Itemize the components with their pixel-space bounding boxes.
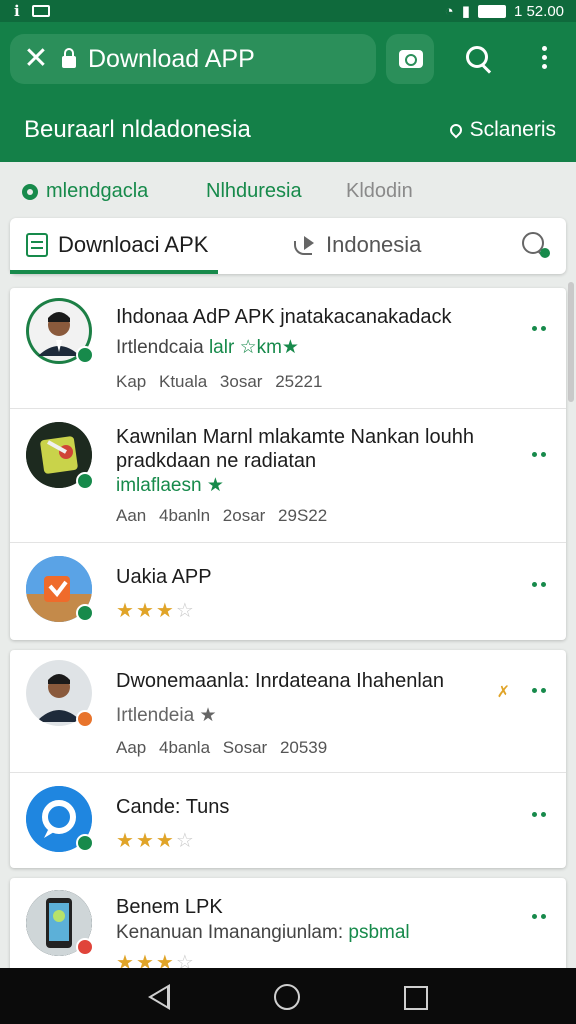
battery-icon <box>477 4 506 18</box>
filter-chip-3[interactable]: Kldodin <box>346 180 413 203</box>
search-add-icon[interactable] <box>520 230 552 262</box>
app-list-card: Benem LPK Kenanuan Imanangiunlam: psbmal… <box>10 878 566 978</box>
list-item-subtitle: Irtlendcaia lalr ☆km★ <box>116 336 299 359</box>
url-bar[interactable]: ✕ Download APP <box>10 34 376 84</box>
meta-field: 25221 <box>275 372 323 391</box>
list-item-subtitle: imlaflaesn ★ <box>116 475 224 496</box>
list-item[interactable]: Ihdonaa AdP APK jnatakacanakadack Irtlen… <box>10 288 566 409</box>
list-item[interactable]: Dwonemaanla: Inrdateana Ihahenlan ✗ Irtl… <box>10 650 566 773</box>
list-item-title: Uakia APP <box>116 566 212 588</box>
status-bar: ℹ ◔ ▮ 1 52.00 <box>0 0 576 22</box>
subtitle-text: Irtlendcaia <box>116 337 204 358</box>
tab-label: Downloaci APK <box>58 232 209 257</box>
share-icon <box>292 235 316 255</box>
more-options-icon[interactable] <box>532 326 550 334</box>
status-badge <box>76 346 94 364</box>
system-nav-bar <box>0 968 576 1024</box>
list-item-title: Benem LPK <box>116 896 223 918</box>
meta-field: Aan <box>116 506 147 525</box>
camera-lens <box>405 54 417 66</box>
tab-download-apk[interactable]: Downloaci APK <box>26 232 208 258</box>
list-item-subtitle: Irtlendeia ★ <box>116 705 217 726</box>
meta-field: 4banln <box>158 506 211 525</box>
subtitle-tag: psbmal <box>348 922 410 943</box>
filter-row: mlendgacla Nlhduresia Kldodin <box>0 162 576 218</box>
camera-button[interactable] <box>386 34 434 84</box>
list-item-title: Ihdonaa AdP APK jnatakacanakadack <box>116 306 452 328</box>
active-tab-indicator <box>10 270 218 274</box>
close-icon[interactable]: ✕ <box>10 34 62 84</box>
tab-label: Indonesia <box>326 232 422 257</box>
meta-field: 29S22 <box>278 506 328 525</box>
subtitle-text: Kenanuan Imanangiunlam: <box>116 922 344 943</box>
more-options-icon[interactable] <box>532 452 550 460</box>
subtitle-tag: lalr ☆km★ <box>208 337 299 358</box>
list-item-meta: Aan 4banln 2osar 29S22 <box>116 506 327 526</box>
signal-icon: ▮ <box>461 3 470 20</box>
more-options-icon[interactable] <box>532 582 550 590</box>
list-item-title: Dwonemaanla: Inrdateana Ihahenlan <box>116 670 445 692</box>
page-title: Beuraarl nldadonesia <box>24 116 251 143</box>
wifi-icon: ◔ <box>444 2 454 20</box>
url-title[interactable]: Download APP <box>88 45 255 74</box>
list-item[interactable]: Uakia APP ★★★☆ <box>10 542 566 640</box>
more-options-icon[interactable] <box>532 914 550 922</box>
rating-stars: ★★★☆ <box>116 830 196 852</box>
status-time: 1 52.00 <box>513 2 564 20</box>
tab-bar: Downloaci APK Indonesia <box>10 218 566 274</box>
list-item-title: Kawnilan Marnl mlakamte Nankan louhh <box>116 426 474 448</box>
status-badge <box>76 834 94 852</box>
status-badge <box>76 604 94 622</box>
app-list-card: Dwonemaanla: Inrdateana Ihahenlan ✗ Irtl… <box>10 650 566 868</box>
status-badge <box>76 938 94 956</box>
status-badge <box>76 710 94 728</box>
more-vert-icon[interactable] <box>532 42 556 78</box>
list-item-meta: Kap Ktuala 3osar 25221 <box>116 372 322 392</box>
location-pin-icon <box>447 121 465 139</box>
recents-icon[interactable] <box>404 986 428 1010</box>
filter-chip-label: mlendgacla <box>46 180 149 202</box>
meta-field: Ktuala <box>158 372 208 391</box>
list-item-meta: Aap 4banla Sosar 20539 <box>116 738 327 758</box>
more-options-icon[interactable] <box>532 688 550 696</box>
cast-icon <box>31 5 50 17</box>
list-item[interactable]: Benem LPK Kenanuan Imanangiunlam: psbmal… <box>10 878 566 978</box>
pin-icon: ✗ <box>496 684 510 701</box>
notification-icon: ℹ <box>14 3 20 20</box>
scrollbar[interactable] <box>568 282 574 402</box>
status-badge <box>76 472 94 490</box>
meta-field: 3osar <box>219 372 263 391</box>
tab-indonesia[interactable]: Indonesia <box>292 232 421 258</box>
more-options-icon[interactable] <box>532 812 550 820</box>
back-icon[interactable] <box>148 984 170 1010</box>
radio-dot-icon <box>22 183 38 200</box>
meta-field: 4banla <box>158 738 211 757</box>
meta-field: 2osar <box>222 506 266 525</box>
list-item-title: Cande: Tuns <box>116 796 230 818</box>
meta-field: Kap <box>116 372 147 391</box>
rating-stars: ★★★☆ <box>116 600 196 622</box>
home-icon[interactable] <box>274 984 300 1010</box>
meta-field: Sosar <box>222 738 268 757</box>
document-icon <box>26 233 48 257</box>
app-list-card: Ihdonaa AdP APK jnatakacanakadack Irtlen… <box>10 288 566 640</box>
list-item[interactable]: Kawnilan Marnl mlakamte Nankan louhh pra… <box>10 408 566 543</box>
list-item-subtitle: Kenanuan Imanangiunlam: psbmal <box>116 922 410 944</box>
filter-chip-2[interactable]: Nlhduresia <box>206 180 302 203</box>
search-button[interactable] <box>462 42 498 78</box>
location-label: Sclaneris <box>469 118 556 141</box>
search-icon-handle <box>481 64 492 74</box>
top-app-bar: ✕ Download APP Beuraarl nldadonesia Scla… <box>0 22 576 162</box>
lock-icon <box>62 48 76 68</box>
location-button[interactable]: Sclaneris <box>447 118 556 142</box>
filter-chip-1[interactable]: mlendgacla <box>22 180 148 203</box>
meta-field: 20539 <box>279 738 328 757</box>
meta-field: Aap <box>116 738 147 757</box>
list-item-title-line2: pradkdaan ne radiatan <box>116 450 317 472</box>
list-item[interactable]: Cande: Tuns ★★★☆ <box>10 772 566 868</box>
